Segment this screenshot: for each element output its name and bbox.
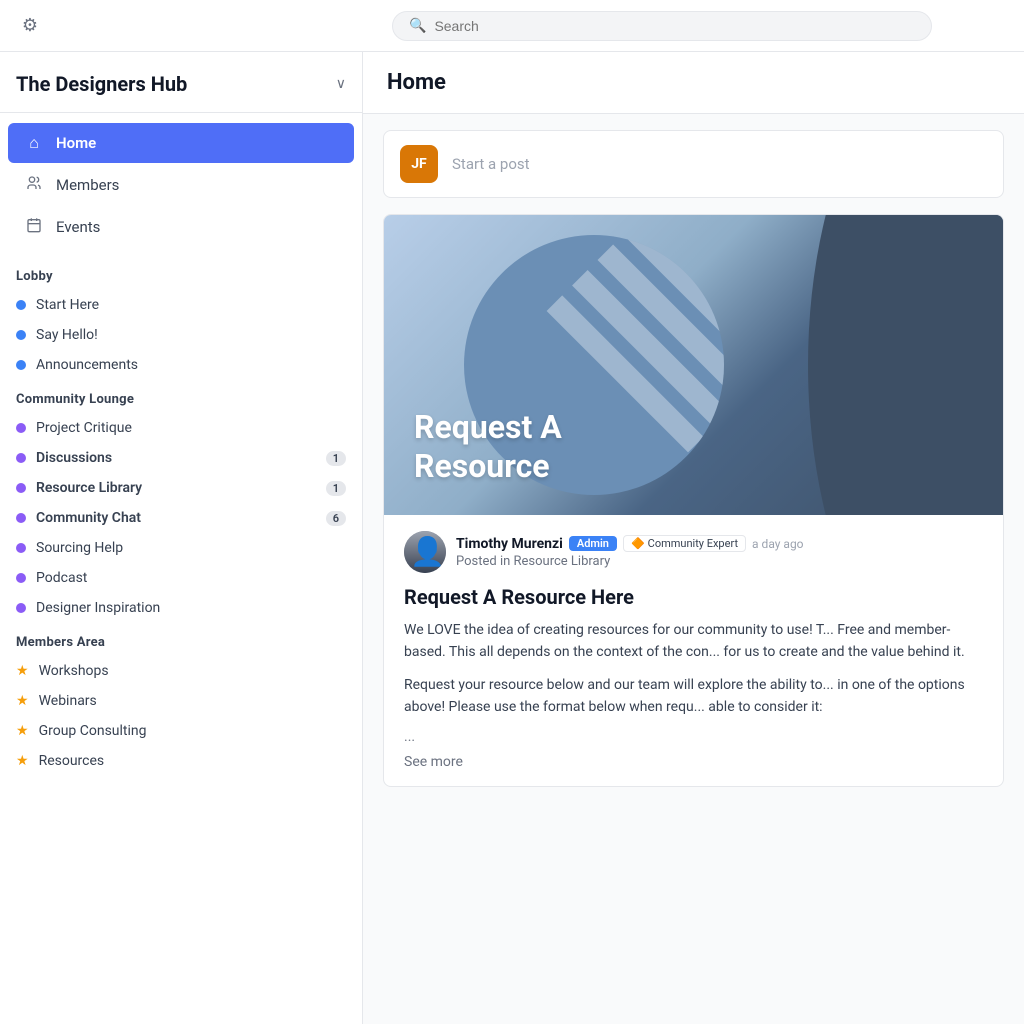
main-layout: The Designers Hub ∨ ⌂ Home Members Event… <box>0 52 1024 1024</box>
sidebar-item-home[interactable]: ⌂ Home <box>8 123 354 163</box>
sidebar-header: The Designers Hub ∨ <box>0 52 362 113</box>
see-more-link[interactable]: See more <box>404 754 463 770</box>
dot-icon <box>16 300 26 310</box>
dot-icon <box>16 513 26 523</box>
post-banner: Request A Resource <box>384 215 1003 515</box>
star-icon: ★ <box>16 723 29 739</box>
post-body-p1: We LOVE the idea of creating resources f… <box>404 619 983 664</box>
banner-dark-bg <box>724 215 1003 515</box>
post-ellipsis: ... <box>404 729 983 745</box>
channel-podcast[interactable]: Podcast <box>0 563 362 593</box>
post-body: We LOVE the idea of creating resources f… <box>404 619 983 719</box>
lounge-section-label: Community Lounge <box>0 380 362 413</box>
avatar: JF <box>400 145 438 183</box>
dot-icon <box>16 453 26 463</box>
channel-label: Community Chat <box>36 510 316 526</box>
star-icon: ★ <box>16 753 29 769</box>
avatar <box>404 531 446 573</box>
top-bar: ⚙ 🔍 <box>0 0 1024 52</box>
expert-badge: 🔶 Community Expert <box>623 535 746 552</box>
members-icon <box>24 175 44 195</box>
content-area: Home JF Start a post <box>363 52 1024 1024</box>
channel-label: Podcast <box>36 570 346 586</box>
dot-icon <box>16 573 26 583</box>
dot-icon <box>16 423 26 433</box>
start-post-bar[interactable]: JF Start a post <box>383 130 1004 198</box>
dot-icon <box>16 543 26 553</box>
post-author-info: Timothy Murenzi Admin 🔶 Community Expert… <box>456 535 804 569</box>
sidebar-title: The Designers Hub <box>16 72 187 96</box>
dot-icon <box>16 483 26 493</box>
page-title: Home <box>387 70 1000 95</box>
post-time: a day ago <box>752 537 803 551</box>
channel-label: Say Hello! <box>36 327 346 343</box>
post-author-row: Timothy Murenzi Admin 🔶 Community Expert… <box>456 535 804 552</box>
members-item-label: Workshops <box>39 663 109 679</box>
admin-badge: Admin <box>569 536 617 551</box>
channel-community-chat[interactable]: Community Chat 6 <box>0 503 362 533</box>
unread-badge: 1 <box>326 481 346 496</box>
start-post-text: Start a post <box>452 155 530 173</box>
banner-text: Request A Resource <box>414 408 562 485</box>
post-body-p2: Request your resource below and our team… <box>404 674 983 719</box>
members-item-label: Resources <box>39 753 105 769</box>
channel-label: Discussions <box>36 450 316 466</box>
members-item-group-consulting[interactable]: ★ Group Consulting <box>0 716 362 746</box>
channel-start-here[interactable]: Start Here <box>0 290 362 320</box>
members-item-webinars[interactable]: ★ Webinars <box>0 686 362 716</box>
dot-icon <box>16 603 26 613</box>
star-icon: ★ <box>16 663 29 679</box>
channel-discussions[interactable]: Discussions 1 <box>0 443 362 473</box>
members-item-resources[interactable]: ★ Resources <box>0 746 362 776</box>
channel-label: Announcements <box>36 357 346 373</box>
chevron-down-icon[interactable]: ∨ <box>336 76 346 92</box>
author-name: Timothy Murenzi <box>456 536 563 552</box>
top-bar-left: ⚙ <box>16 12 376 40</box>
members-item-label: Group Consulting <box>39 723 147 739</box>
members-item-workshops[interactable]: ★ Workshops <box>0 656 362 686</box>
expert-badge-icon: 🔶 <box>631 537 645 550</box>
nav-home-label: Home <box>56 134 96 152</box>
content-header: Home <box>363 52 1024 114</box>
post-content: Timothy Murenzi Admin 🔶 Community Expert… <box>384 515 1003 786</box>
search-input[interactable] <box>434 18 915 34</box>
post-title: Request A Resource Here <box>404 585 983 609</box>
channel-designer-inspiration[interactable]: Designer Inspiration <box>0 593 362 623</box>
home-icon: ⌂ <box>24 133 44 153</box>
content-body: JF Start a post <box>363 114 1024 803</box>
channel-resource-library[interactable]: Resource Library 1 <box>0 473 362 503</box>
search-bar[interactable]: 🔍 <box>392 11 932 41</box>
channel-label: Start Here <box>36 297 346 313</box>
sidebar-item-events[interactable]: Events <box>8 207 354 247</box>
channel-announcements[interactable]: Announcements <box>0 350 362 380</box>
members-item-label: Webinars <box>39 693 97 709</box>
post-card: Request A Resource Timothy Murenzi Ad <box>383 214 1004 787</box>
star-icon: ★ <box>16 693 29 709</box>
channel-label: Project Critique <box>36 420 346 436</box>
channel-label: Sourcing Help <box>36 540 346 556</box>
events-icon <box>24 217 44 237</box>
gear-icon[interactable]: ⚙ <box>16 12 44 40</box>
channel-label: Designer Inspiration <box>36 600 346 616</box>
nav-events-label: Events <box>56 218 100 236</box>
dot-icon <box>16 360 26 370</box>
nav-members-label: Members <box>56 176 119 194</box>
sidebar: The Designers Hub ∨ ⌂ Home Members Event… <box>0 52 363 1024</box>
post-meta: Timothy Murenzi Admin 🔶 Community Expert… <box>404 531 983 573</box>
lobby-section-label: Lobby <box>0 257 362 290</box>
channel-label: Resource Library <box>36 480 316 496</box>
dot-icon <box>16 330 26 340</box>
post-location: Posted in Resource Library <box>456 554 804 569</box>
channel-sourcing-help[interactable]: Sourcing Help <box>0 533 362 563</box>
unread-badge: 6 <box>326 511 346 526</box>
channel-say-hello[interactable]: Say Hello! <box>0 320 362 350</box>
members-area-label: Members Area <box>0 623 362 656</box>
expert-badge-label: Community Expert <box>648 537 738 550</box>
channel-project-critique[interactable]: Project Critique <box>0 413 362 443</box>
sidebar-item-members[interactable]: Members <box>8 165 354 205</box>
search-icon: 🔍 <box>409 18 426 34</box>
search-container: 🔍 <box>392 11 1008 41</box>
unread-badge: 1 <box>326 451 346 466</box>
